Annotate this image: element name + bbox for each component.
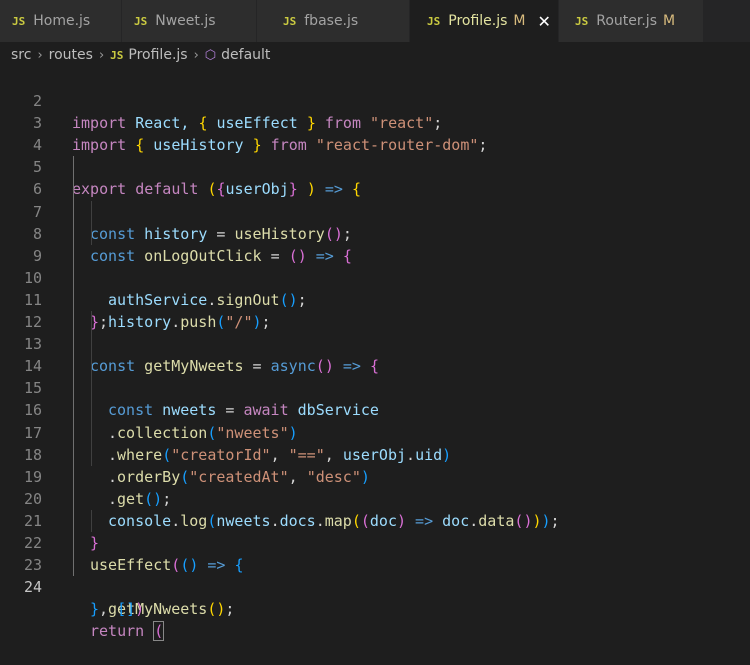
javascript-file-icon: JS (134, 14, 148, 28)
chevron-right-icon: › (193, 47, 199, 63)
code-line: 20 } (0, 465, 750, 552)
code-line: 5 export default ({userObj} ) => { (0, 134, 750, 198)
indent-guide (73, 509, 74, 532)
code-line: 6 const history = useHistory(); (0, 156, 750, 243)
code-line: 11 (0, 266, 750, 309)
code-token: , (99, 600, 118, 619)
indent-guide (73, 222, 74, 245)
indent-guide (73, 333, 74, 356)
indent-guide (73, 554, 74, 577)
indent-guide (91, 311, 92, 334)
indent-guide (73, 465, 74, 488)
tab-label: fbase.js (304, 13, 359, 29)
line-number: 24 (23, 578, 42, 597)
breadcrumb-file[interactable]: Profile.js (128, 47, 187, 63)
code-line: 13 const nweets = await dbService (0, 311, 750, 419)
indent-guide (73, 377, 74, 400)
tab-label: Home.js (33, 13, 91, 29)
code-token: ) (216, 600, 226, 619)
indent-guide (73, 178, 74, 201)
indent-guide (73, 156, 74, 179)
code-line: 8 authService.signOut(); (0, 200, 750, 309)
indent-guide (73, 399, 74, 422)
tab-nweet-js[interactable]: JS Nweet.js (122, 0, 257, 42)
indent-guide (73, 200, 74, 223)
code-token: [ (117, 600, 127, 619)
code-token: ] (126, 600, 136, 619)
code-line: 15 .where("creatorId", "==", userObj.uid… (0, 355, 750, 464)
indent-guide (91, 443, 92, 466)
indent-guide (91, 377, 92, 400)
indent-guide (73, 311, 74, 334)
indent-guide (73, 487, 74, 510)
code-line: 14 .collection("nweets") (0, 333, 750, 442)
javascript-file-icon: JS (575, 14, 589, 28)
code-line: 12 const getMyNweets = async() => { (0, 288, 750, 375)
code-editor[interactable]: 2 import React, { useEffect } from "reac… (0, 68, 750, 642)
indent-guide (73, 443, 74, 466)
javascript-file-icon: JS (12, 14, 26, 28)
code-line: 19 (0, 443, 750, 486)
code-line: 21 useEffect(() => { (0, 487, 750, 574)
indent-guide (73, 421, 74, 444)
code-line: 2 import React, { useEffect } from "reac… (0, 68, 750, 132)
code-token: return (90, 622, 145, 641)
indent-guide (73, 288, 74, 312)
code-line: 23 }, []) (0, 531, 750, 618)
code-line: 22 getMyNweets(); (0, 509, 750, 618)
indent-guide (91, 200, 92, 223)
breadcrumb-symbol[interactable]: default (221, 47, 270, 63)
indent-guide (73, 266, 74, 289)
code-line: 17 .get(); (0, 399, 750, 508)
modified-indicator: M (663, 13, 676, 29)
tab-profile-js[interactable]: JS Profile.js M ✕ (410, 0, 559, 42)
editor-tab-bar: JS Home.js JS Nweet.js JS fbase.js JS Pr… (0, 0, 750, 42)
chevron-right-icon: › (37, 47, 43, 63)
tab-label: Nweet.js (155, 13, 216, 29)
code-line: 9 history.push("/"); (0, 222, 750, 331)
indent-guide (91, 399, 92, 422)
breadcrumb-src[interactable]: src (11, 47, 31, 63)
code-line: 24 return ( (0, 554, 750, 642)
tab-fbase-js[interactable]: JS fbase.js (257, 0, 410, 42)
modified-indicator: M (513, 13, 526, 29)
code-token: ; (225, 600, 235, 619)
tab-label: Profile.js (448, 13, 508, 29)
javascript-file-icon: JS (283, 14, 297, 28)
tab-label: Router.js (596, 13, 657, 29)
close-icon[interactable]: ✕ (538, 12, 551, 31)
indent-guide (91, 355, 92, 378)
javascript-file-icon: JS (110, 48, 124, 62)
breadcrumb-routes[interactable]: routes (49, 47, 93, 63)
code-line: 3 import { useHistory } from "react-rout… (0, 90, 750, 154)
indent-guide (91, 509, 92, 532)
code-line: 7 const onLogOutClick = () => { (0, 178, 750, 265)
indent-guide (73, 355, 74, 378)
code-line: 4 (0, 112, 750, 154)
indent-guide (73, 531, 74, 555)
tab-home-js[interactable]: JS Home.js (0, 0, 122, 42)
code-line: 10 }; (0, 244, 750, 331)
indent-guide (73, 244, 74, 267)
code-token: ( (153, 621, 165, 642)
code-line: 16 .orderBy("createdAt", "desc") (0, 377, 750, 486)
code-token: ( (207, 600, 217, 619)
breadcrumb: src › routes › JS Profile.js › ⬡ default (0, 42, 750, 68)
indent-guide (91, 222, 92, 245)
code-line: 18 console.log(nweets.docs.map((doc) => … (0, 421, 750, 530)
code-token: } (90, 600, 100, 619)
symbol-cube-icon: ⬡ (204, 47, 217, 63)
chevron-right-icon: › (98, 47, 105, 63)
tab-router-js[interactable]: JS Router.js M (559, 0, 704, 42)
indent-guide (91, 421, 92, 444)
javascript-file-icon: JS (427, 14, 441, 28)
code-token: ) (135, 600, 145, 619)
indent-guide (91, 333, 92, 356)
